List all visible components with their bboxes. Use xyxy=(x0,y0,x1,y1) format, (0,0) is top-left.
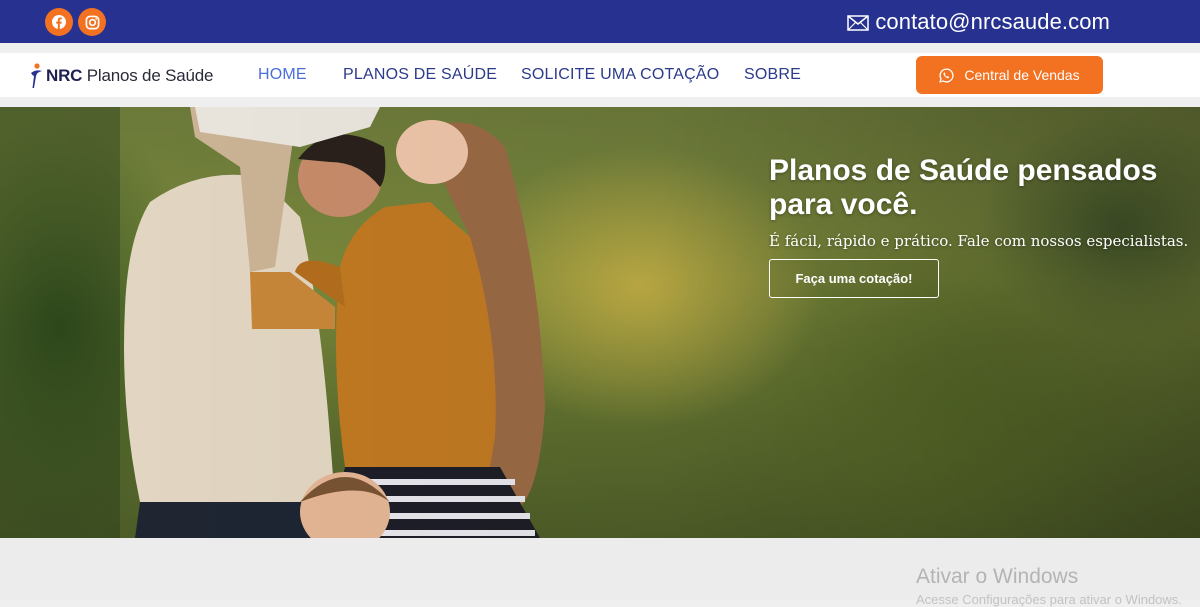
central-de-vendas-label: Central de Vendas xyxy=(964,67,1080,83)
logo-tagline: Planos de Saúde xyxy=(82,66,214,85)
request-quote-button[interactable]: Faça uma cotação! xyxy=(769,259,939,298)
envelope-icon xyxy=(847,15,870,31)
nav-item-planos[interactable]: PLANOS DE SAÚDE xyxy=(343,66,497,84)
instagram-button[interactable] xyxy=(78,8,106,36)
top-bar: contato@nrcsaude.com xyxy=(0,0,1200,43)
logo-figure-icon xyxy=(31,63,42,88)
central-de-vendas-button[interactable]: Central de Vendas xyxy=(916,56,1103,94)
nav-item-cotacao[interactable]: SOLICITE UMA COTAÇÃO xyxy=(521,66,719,84)
site-logo[interactable]: NRC Planos de Saúde xyxy=(28,62,213,90)
contact-email-link[interactable]: contato@nrcsaude.com xyxy=(847,9,1110,34)
contact-email: contato@nrcsaude.com xyxy=(875,9,1110,34)
whatsapp-icon xyxy=(939,67,954,83)
nav-item-sobre[interactable]: SOBRE xyxy=(744,66,801,84)
hero-title: Planos de Saúde pensados para você. xyxy=(769,154,1158,221)
nav-item-home[interactable]: HOME xyxy=(258,66,307,84)
windows-activation-title: Ativar o Windows xyxy=(916,565,1079,588)
main-navbar: NRC Planos de Saúde HOME PLANOS DE SAÚDE… xyxy=(0,53,1200,97)
logo-brand: NRC xyxy=(46,66,83,85)
facebook-icon xyxy=(52,15,66,29)
instagram-icon xyxy=(85,15,99,29)
facebook-button[interactable] xyxy=(45,8,73,36)
hero-subtitle: É fácil, rápido e prático. Fale com noss… xyxy=(769,232,1189,250)
hero-banner: Planos de Saúde pensados para você. É fá… xyxy=(0,107,1200,538)
